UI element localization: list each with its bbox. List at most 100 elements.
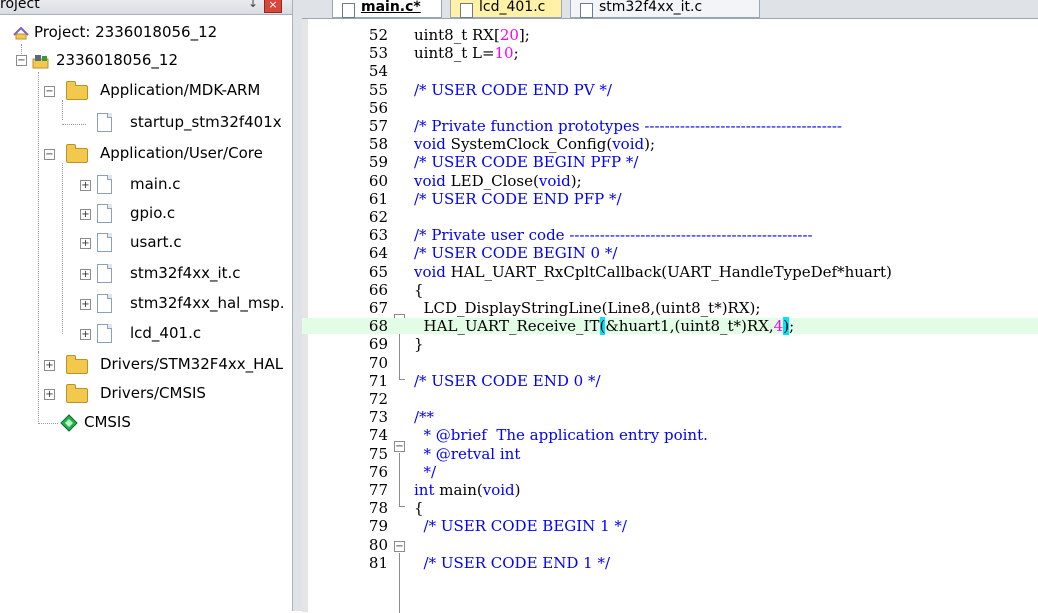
- code-line[interactable]: 75 * @retval int: [302, 446, 1038, 462]
- code-line[interactable]: 78 {: [302, 500, 1038, 516]
- editor-tab-bar: main.c* lcd_401.c stm32f4xx_it.c: [302, 0, 1038, 18]
- tree-item-label: Project: 2336018056_12: [34, 23, 218, 41]
- project-panel-header: roject ↓ ×: [0, 0, 292, 15]
- code-line[interactable]: 77 int main(void): [302, 482, 1038, 498]
- file-icon: [342, 3, 355, 18]
- tree-item-label: usart.c: [130, 233, 182, 251]
- code-line[interactable]: 58 void SystemClock_Config(void);: [302, 136, 1038, 152]
- code-text: /* USER CODE END PV */: [414, 80, 612, 99]
- code-line[interactable]: 73 /**: [302, 409, 1038, 425]
- tree-item-label: main.c: [130, 175, 181, 193]
- tree-item-file-main-c[interactable]: + main.c: [0, 173, 290, 195]
- code-line[interactable]: 56: [302, 100, 1038, 116]
- tree-item-project-root[interactable]: Project: 2336018056_12: [0, 21, 290, 43]
- code-text: /**: [414, 408, 435, 427]
- collapse-icon[interactable]: −: [16, 55, 27, 66]
- file-icon: [580, 3, 593, 18]
- code-line[interactable]: 76 */: [302, 464, 1038, 480]
- code-line[interactable]: 55 /* USER CODE END PV */: [302, 82, 1038, 98]
- tree-item-group-drivers-hal[interactable]: + Drivers/STM32F4xx_HAL: [0, 353, 290, 375]
- tree-item-target[interactable]: − 2336018056_12: [0, 49, 290, 71]
- code-line[interactable]: 66 {: [302, 282, 1038, 298]
- code-editor[interactable]: − − − 52uint8_t RX[20];53uint8_t L=10;54…: [302, 18, 1038, 613]
- line-number: 55: [368, 80, 388, 99]
- file-icon: [97, 294, 112, 313]
- code-line[interactable]: 60 void LED_Close(void);: [302, 173, 1038, 189]
- tree-item-label: CMSIS: [84, 413, 131, 431]
- file-icon: [97, 113, 112, 132]
- expand-icon[interactable]: +: [44, 389, 55, 400]
- code-line[interactable]: 65 void HAL_UART_RxCpltCallback(UART_Hand…: [302, 264, 1038, 280]
- file-icon: [97, 233, 112, 252]
- tree-item-file-startup[interactable]: startup_stm32f401x: [0, 111, 290, 133]
- tab-lcd-401-c[interactable]: lcd_401.c: [450, 0, 562, 18]
- code-line[interactable]: 74 * @brief The application entry point.: [302, 427, 1038, 443]
- tab-stm32f4xx-it-c[interactable]: stm32f4xx_it.c: [570, 0, 760, 18]
- code-line[interactable]: 62: [302, 209, 1038, 225]
- code-line[interactable]: 68 HAL_UART_Receive_IT(&huart1,(uint8_t*…: [302, 317, 1038, 336]
- tree-item-cmsis-component[interactable]: CMSIS: [0, 411, 290, 433]
- code-line[interactable]: 81 /* USER CODE END 1 */: [302, 555, 1038, 571]
- line-number: 60: [368, 171, 388, 190]
- file-icon: [97, 324, 112, 343]
- expand-icon[interactable]: +: [80, 180, 91, 191]
- line-number: 65: [368, 262, 388, 281]
- collapse-icon[interactable]: −: [44, 149, 55, 160]
- line-number: 61: [368, 189, 388, 208]
- file-icon: [97, 175, 112, 194]
- code-line[interactable]: 64 /* USER CODE BEGIN 0 */: [302, 245, 1038, 261]
- code-line[interactable]: 61 /* USER CODE END PFP */: [302, 191, 1038, 207]
- code-line[interactable]: 71 /* USER CODE END 0 */: [302, 373, 1038, 389]
- close-icon[interactable]: ×: [264, 0, 282, 13]
- cmsis-gem-icon: [60, 414, 78, 438]
- folder-icon: [66, 81, 88, 100]
- code-line[interactable]: 70: [302, 355, 1038, 371]
- line-number: 53: [368, 44, 388, 63]
- file-icon: [97, 264, 112, 283]
- code-line[interactable]: 69}: [302, 336, 1038, 352]
- code-line[interactable]: 59 /* USER CODE BEGIN PFP */: [302, 154, 1038, 170]
- code-line[interactable]: 63 /* Private user code -----------------…: [302, 227, 1038, 243]
- tree-item-group-mdk-arm[interactable]: − Application/MDK-ARM: [0, 79, 290, 101]
- tree-item-file-stm32f4xx-it-c[interactable]: + stm32f4xx_it.c: [0, 262, 290, 284]
- code-line[interactable]: 57 /* Private function prototypes -------…: [302, 118, 1038, 134]
- line-number: 58: [368, 135, 388, 154]
- pin-icon[interactable]: ↓: [248, 0, 258, 10]
- tree-item-group-drivers-cmsis[interactable]: + Drivers/CMSIS: [0, 382, 290, 404]
- code-line[interactable]: 53 uint8_t L=10;: [302, 45, 1038, 61]
- expand-icon[interactable]: +: [80, 238, 91, 249]
- tree-item-file-gpio-c[interactable]: + gpio.c: [0, 202, 290, 224]
- code-text: LCD_DisplayStringLine(Line8,(uint8_t*)RX…: [414, 299, 761, 317]
- code-text: /* USER CODE END 1 */: [414, 553, 611, 572]
- collapse-icon[interactable]: −: [44, 86, 55, 97]
- code-text: /* USER CODE BEGIN 1 */: [414, 517, 627, 536]
- expand-icon[interactable]: +: [44, 360, 55, 371]
- code-line[interactable]: 80: [302, 537, 1038, 553]
- tree-item-label: stm32f4xx_hal_msp.: [130, 294, 285, 312]
- code-text: int main(void): [414, 481, 521, 499]
- tree-item-file-lcd-401-c[interactable]: + lcd_401.c: [0, 322, 290, 344]
- tree-item-group-user-core[interactable]: − Application/User/Core: [0, 142, 290, 164]
- expand-icon[interactable]: +: [80, 299, 91, 310]
- line-number: 81: [368, 553, 388, 572]
- code-line[interactable]: 52 uint8_t RX[20];: [302, 27, 1038, 43]
- code-line[interactable]: 67 LCD_DisplayStringLine(Line8,(uint8_t*…: [302, 300, 1038, 316]
- line-number: 66: [368, 280, 388, 299]
- code-line[interactable]: 79 /* USER CODE BEGIN 1 */: [302, 518, 1038, 534]
- tree-item-label: gpio.c: [130, 204, 176, 222]
- expand-icon[interactable]: +: [80, 209, 91, 220]
- tree-item-label: lcd_401.c: [130, 324, 202, 342]
- expand-icon[interactable]: +: [80, 329, 91, 340]
- line-number: 78: [368, 499, 388, 518]
- project-icon: [12, 25, 29, 40]
- code-text: /* USER CODE END PFP */: [414, 189, 622, 208]
- code-text: * @brief The application entry point.: [414, 426, 708, 445]
- line-number: 56: [368, 98, 388, 117]
- code-line[interactable]: 72: [302, 391, 1038, 407]
- tab-main-c[interactable]: main.c*: [332, 0, 442, 18]
- code-line[interactable]: 54: [302, 63, 1038, 79]
- tree-item-file-usart-c[interactable]: + usart.c: [0, 231, 290, 253]
- expand-icon[interactable]: +: [80, 269, 91, 280]
- tree-item-file-stm32f4xx-hal-msp[interactable]: + stm32f4xx_hal_msp.: [0, 292, 290, 314]
- tree-item-label: Application/MDK-ARM: [100, 81, 261, 99]
